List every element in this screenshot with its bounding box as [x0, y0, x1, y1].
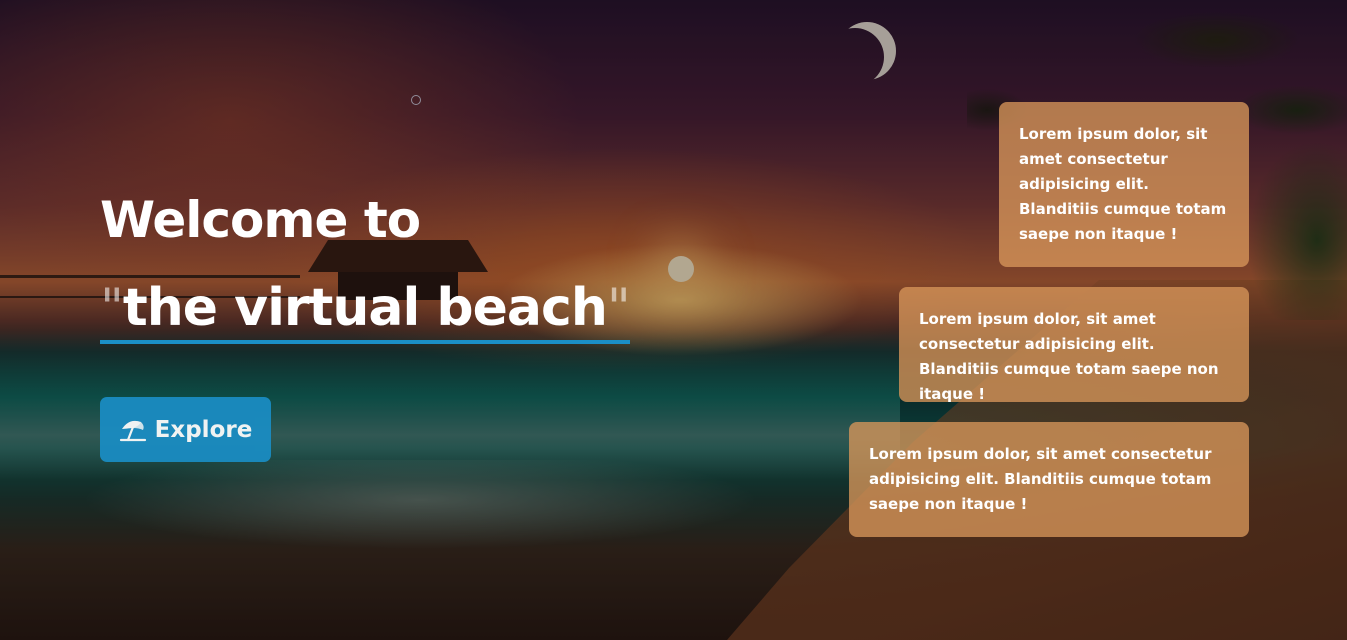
info-card: Lorem ipsum dolor, sit amet consectetur … — [849, 422, 1249, 537]
beach-umbrella-icon — [119, 416, 147, 444]
hero-title-highlight: the virtual beach — [122, 278, 608, 338]
open-quote: " — [100, 278, 124, 338]
explore-button[interactable]: Explore — [100, 397, 271, 462]
info-card: Lorem ipsum dolor, sit amet consectetur … — [999, 102, 1249, 267]
explore-button-label: Explore — [154, 416, 253, 443]
close-quote: " — [606, 278, 631, 338]
hero-title-line2: "the virtual beach" — [100, 278, 631, 344]
hero-title-line1: Welcome to — [100, 191, 421, 249]
info-card: Lorem ipsum dolor, sit amet consectetur … — [899, 287, 1249, 403]
hero-heading: Welcome to "the virtual beach" — [100, 190, 631, 344]
hero-background: Welcome to "the virtual beach" Explore L… — [0, 0, 1347, 640]
